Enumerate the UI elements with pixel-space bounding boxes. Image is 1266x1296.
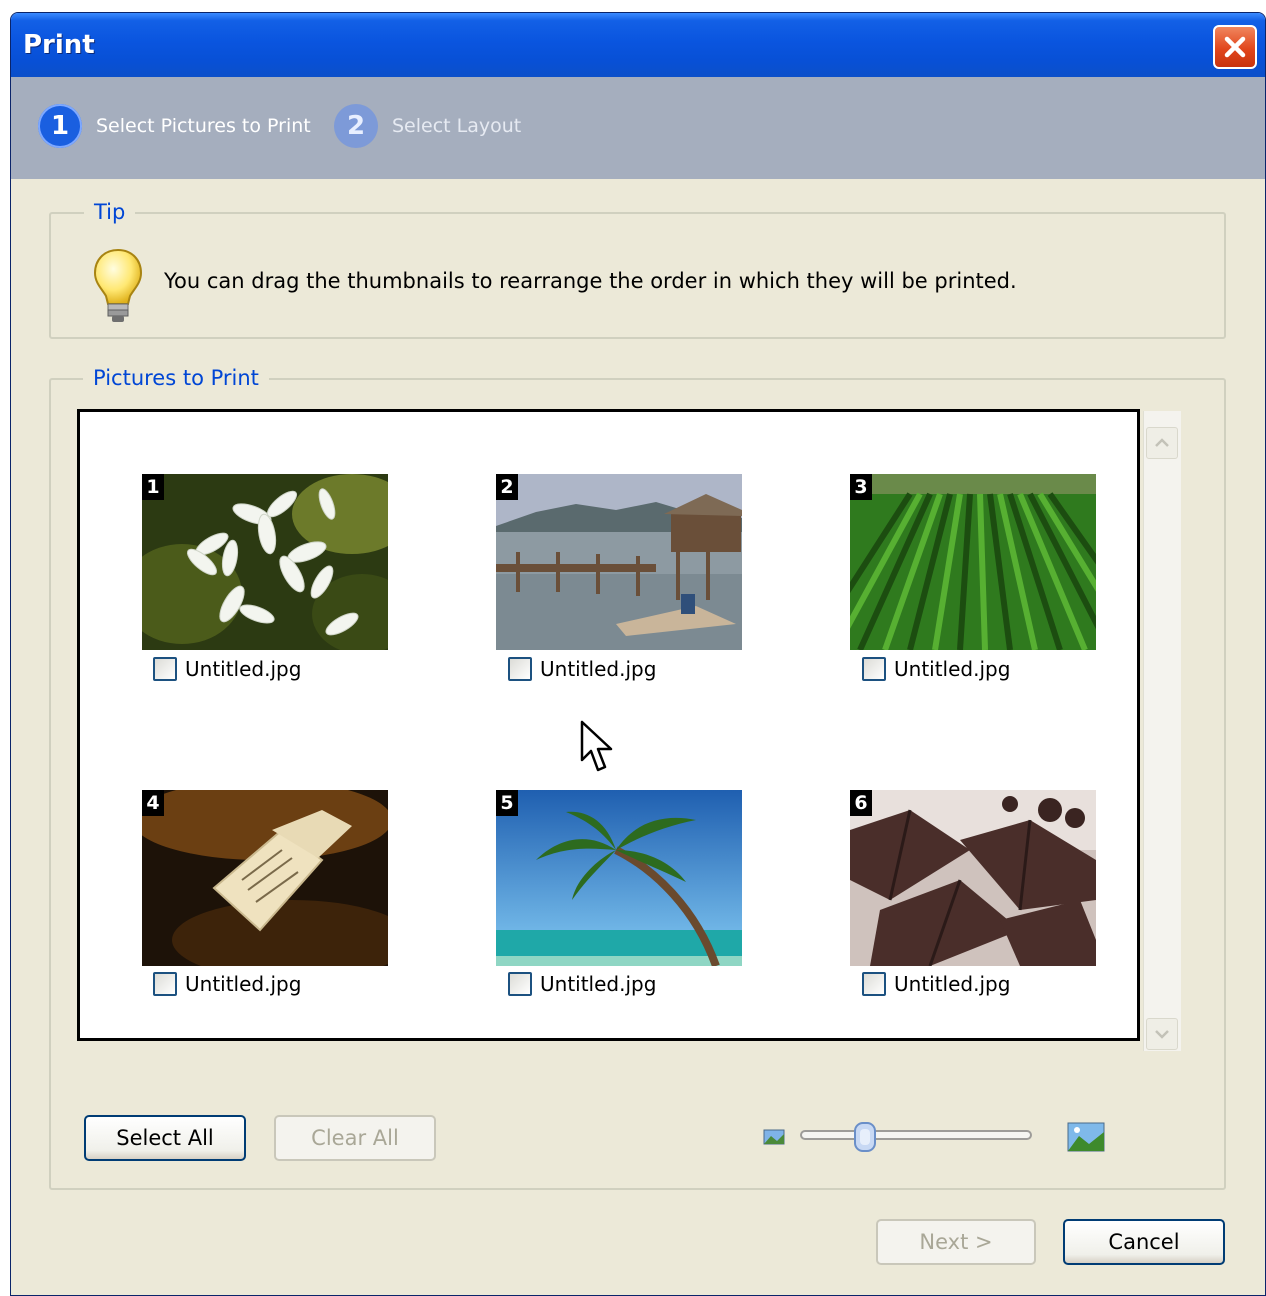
- photo-stilt-houses: [496, 474, 742, 650]
- step-2-number: 2: [334, 104, 378, 148]
- tip-legend: Tip: [84, 200, 136, 224]
- zoom-slider-thumb[interactable]: [853, 1122, 877, 1152]
- scroll-up-button[interactable]: [1146, 427, 1178, 459]
- thumbnail-3-filename: Untitled.jpg: [894, 657, 1011, 681]
- window-title: Print: [23, 30, 95, 60]
- thumbnail-2-checkbox[interactable]: [508, 657, 532, 681]
- photo-flowers: [142, 474, 388, 650]
- thumbnail-3-checkbox[interactable]: [862, 657, 886, 681]
- photo-crop-rows: [850, 474, 1096, 650]
- thumbnail-4-number: 4: [142, 790, 164, 816]
- thumbnail-4-filename: Untitled.jpg: [185, 972, 302, 996]
- thumbnail-2-number: 2: [496, 474, 518, 500]
- thumbnail-3-number: 3: [850, 474, 872, 500]
- step-1-label: Select Pictures to Print: [96, 115, 311, 137]
- thumbnail-3[interactable]: 3: [850, 474, 1096, 650]
- thumbnail-4[interactable]: 4: [142, 790, 388, 966]
- thumbnail-6-checkbox[interactable]: [862, 972, 886, 996]
- thumbnail-1-checkbox[interactable]: [153, 657, 177, 681]
- thumbnail-6-caption[interactable]: Untitled.jpg: [862, 972, 1010, 996]
- next-button[interactable]: Next >: [876, 1219, 1036, 1265]
- thumbnail-4-caption[interactable]: Untitled.jpg: [153, 972, 301, 996]
- thumbnail-1-number: 1: [142, 474, 164, 500]
- close-button[interactable]: [1213, 25, 1257, 69]
- thumbnail-5-filename: Untitled.jpg: [540, 972, 657, 996]
- thumbnail-5-checkbox[interactable]: [508, 972, 532, 996]
- thumbnail-3-caption[interactable]: Untitled.jpg: [862, 657, 1010, 681]
- select-all-button[interactable]: Select All: [84, 1115, 246, 1161]
- small-picture-icon: [763, 1129, 785, 1145]
- thumbnail-6-filename: Untitled.jpg: [894, 972, 1011, 996]
- thumbnail-1-filename: Untitled.jpg: [185, 657, 302, 681]
- thumbnail-4-checkbox[interactable]: [153, 972, 177, 996]
- thumbnail-1-caption[interactable]: Untitled.jpg: [153, 657, 301, 681]
- pictures-legend: Pictures to Print: [83, 366, 269, 390]
- thumbnail-5[interactable]: 5: [496, 790, 742, 966]
- zoom-slider-track[interactable]: [800, 1130, 1032, 1140]
- step-1: 1 Select Pictures to Print: [38, 104, 311, 148]
- cancel-button[interactable]: Cancel: [1063, 1219, 1225, 1265]
- step-2-label: Select Layout: [392, 115, 522, 137]
- thumbnail-6-number: 6: [850, 790, 872, 816]
- vertical-scrollbar[interactable]: [1143, 411, 1181, 1051]
- photo-paper-tag: [142, 790, 388, 966]
- clear-all-button[interactable]: Clear All: [274, 1115, 436, 1161]
- close-icon: [1224, 36, 1246, 58]
- large-picture-icon: [1067, 1122, 1105, 1152]
- photo-palm-tree: [496, 790, 742, 966]
- thumbnail-2-caption[interactable]: Untitled.jpg: [508, 657, 656, 681]
- thumbnail-2[interactable]: 2: [496, 474, 742, 650]
- mouse-cursor-icon: [580, 720, 613, 772]
- thumbnail-1[interactable]: 1: [142, 474, 388, 650]
- photo-sepia-rooftops: [850, 790, 1096, 966]
- scroll-down-button[interactable]: [1146, 1018, 1178, 1050]
- thumbnail-2-filename: Untitled.jpg: [540, 657, 657, 681]
- title-bar[interactable]: Print: [11, 13, 1265, 77]
- step-2: 2 Select Layout: [334, 104, 521, 148]
- step-1-number: 1: [38, 104, 82, 148]
- thumbnail-5-caption[interactable]: Untitled.jpg: [508, 972, 656, 996]
- thumbnail-5-number: 5: [496, 790, 518, 816]
- thumbnail-6[interactable]: 6: [850, 790, 1096, 966]
- tip-text: You can drag the thumbnails to rearrange…: [164, 269, 1017, 293]
- lightbulb-icon: [93, 248, 143, 322]
- chevron-down-icon: [1155, 1030, 1169, 1039]
- chevron-up-icon: [1155, 438, 1169, 447]
